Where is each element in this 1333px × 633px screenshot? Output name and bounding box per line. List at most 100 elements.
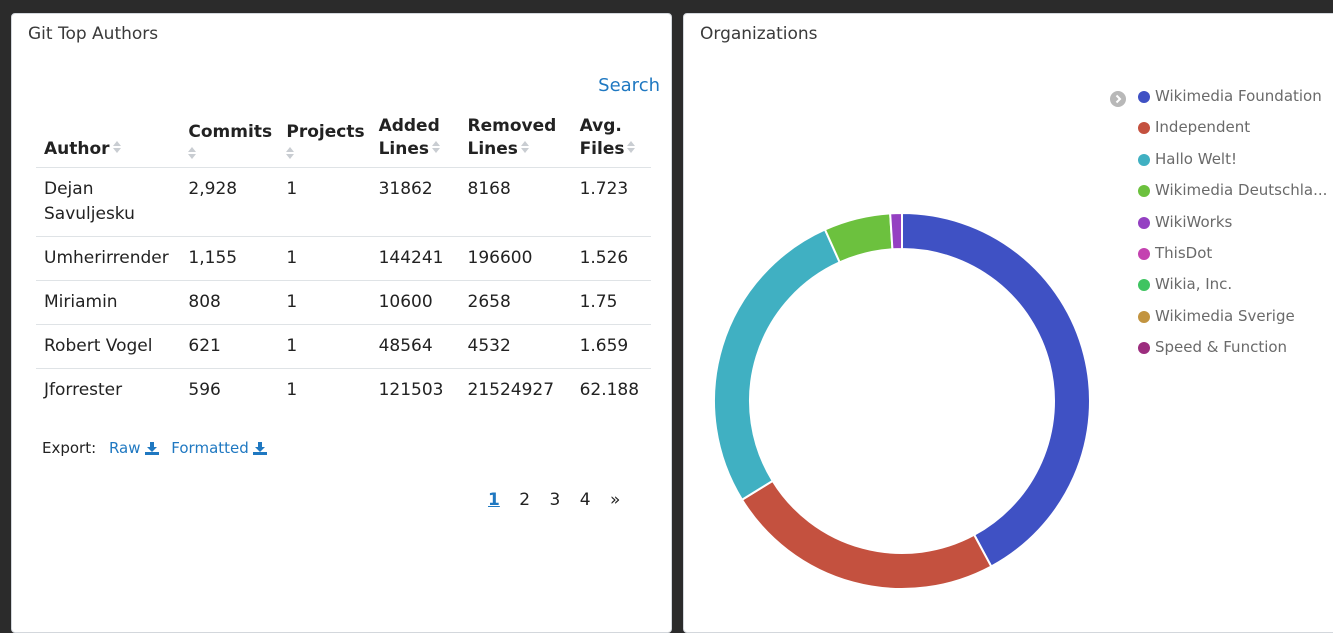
- table-row: Miriamin 808 1 10600 2658 1.75: [36, 280, 651, 325]
- legend-item[interactable]: Independent: [1138, 118, 1327, 149]
- legend-swatch: [1138, 279, 1150, 292]
- table-header-row: Author Commits Projects Added Lines Remov…: [36, 115, 651, 168]
- column-header-avg-files[interactable]: Avg. Files: [571, 115, 651, 168]
- organizations-donut-chart: [713, 211, 1091, 590]
- export-raw-link[interactable]: Raw: [109, 439, 159, 457]
- page-2-link[interactable]: 2: [519, 490, 530, 510]
- commits-cell: 808: [180, 280, 279, 325]
- author-cell: Robert Vogel: [36, 324, 181, 369]
- legend-prev-icon[interactable]: [1110, 91, 1126, 107]
- table-row: Dejan Savuljesku 2,928 1 31862 8168 1.72…: [36, 167, 651, 237]
- added-lines-cell: 121503: [378, 380, 444, 400]
- column-header-projects[interactable]: Projects: [278, 115, 371, 168]
- legend-item[interactable]: Wikimedia Deutschla...: [1138, 181, 1327, 212]
- table-row: Jforrester 596 1 121503 21524927 62.188: [36, 369, 651, 413]
- sort-icon[interactable]: [520, 141, 530, 155]
- export-label: Export:: [42, 439, 97, 457]
- legend-label: WikiWorks: [1155, 212, 1233, 231]
- donut-slice[interactable]: [740, 479, 993, 590]
- projects-cell: 1: [286, 380, 298, 400]
- author-cell: Dejan Savuljesku: [36, 167, 181, 237]
- page-3-link[interactable]: 3: [549, 490, 560, 510]
- legend-item[interactable]: ThisDot: [1138, 244, 1327, 275]
- author-cell: Umherirrender: [36, 236, 181, 281]
- sort-icon[interactable]: [188, 147, 197, 161]
- column-header-author[interactable]: Author: [36, 115, 181, 168]
- sort-icon[interactable]: [627, 141, 636, 155]
- column-header-commits[interactable]: Commits: [180, 115, 279, 168]
- sort-icon[interactable]: [286, 147, 295, 161]
- avg-files-cell: 1.75: [571, 280, 651, 325]
- added-lines-cell: 31862: [370, 167, 460, 237]
- removed-lines-cell: 2658: [459, 280, 572, 325]
- legend-label: Wikimedia Sverige: [1155, 306, 1295, 325]
- legend-swatch: [1138, 216, 1150, 229]
- legend-swatch: [1138, 91, 1150, 103]
- sort-icon[interactable]: [112, 141, 122, 155]
- legend-label: Hallo Welt!: [1155, 149, 1237, 168]
- donut-slice[interactable]: [713, 228, 842, 502]
- commits-cell: 596: [188, 380, 221, 400]
- legend-swatch: [1138, 185, 1150, 198]
- projects-cell: 1: [278, 236, 371, 281]
- removed-lines-cell: 196600: [459, 236, 572, 281]
- commits-cell: 1,155: [180, 236, 279, 281]
- author-cell: Jforrester: [44, 380, 123, 400]
- commits-cell: 621: [180, 324, 279, 369]
- chart-legend: Wikimedia Foundation Independent Hallo Wel…: [1138, 87, 1327, 370]
- legend-label: Wikia, Inc.: [1155, 275, 1233, 294]
- author-cell: Miriamin: [36, 280, 181, 325]
- projects-cell: 1: [278, 280, 371, 325]
- legend-item[interactable]: Hallo Welt!: [1138, 150, 1327, 181]
- panel-title: Git Top Authors: [28, 24, 159, 44]
- organizations-panel: Organizations Wikimedia Foundation Indepe…: [683, 13, 1333, 633]
- donut-slice[interactable]: [901, 211, 1091, 568]
- export-formatted-link[interactable]: Formatted: [171, 439, 267, 457]
- page-1-link[interactable]: 1: [488, 490, 500, 510]
- removed-lines-cell: 21524927: [467, 380, 555, 400]
- legend-swatch: [1138, 153, 1150, 166]
- added-lines-cell: 10600: [370, 280, 460, 325]
- table-row: Robert Vogel 621 1 48564 4532 1.659: [36, 324, 651, 369]
- table-row: Umherirrender 1,155 1 144241 196600 1.52…: [36, 236, 651, 281]
- download-icon: [144, 441, 159, 459]
- legend-label: Wikimedia Deutschla...: [1155, 181, 1328, 200]
- legend-label: ThisDot: [1155, 243, 1213, 262]
- legend-item[interactable]: Wikimedia Foundation: [1138, 87, 1327, 118]
- projects-cell: 1: [278, 167, 371, 237]
- git-top-authors-panel: Git Top Authors Search Author Commits Pr…: [11, 13, 672, 633]
- legend-swatch: [1138, 310, 1150, 323]
- projects-cell: 1: [278, 324, 371, 369]
- donut-slice[interactable]: [889, 211, 903, 251]
- legend-item[interactable]: Wikia, Inc.: [1138, 275, 1327, 306]
- legend-label: Speed & Function: [1155, 338, 1288, 357]
- removed-lines-cell: 4532: [459, 324, 572, 369]
- authors-table: Author Commits Projects Added Lines Remov…: [36, 115, 651, 412]
- legend-swatch: [1138, 122, 1150, 135]
- column-header-added-lines[interactable]: Added Lines: [370, 115, 460, 168]
- sort-icon[interactable]: [431, 141, 441, 155]
- commits-cell: 2,928: [180, 167, 279, 237]
- avg-files-cell: 1.723: [571, 167, 651, 237]
- removed-lines-cell: 8168: [459, 167, 572, 237]
- page-4-link[interactable]: 4: [580, 490, 591, 510]
- pagination: 1 2 3 4 »: [488, 490, 634, 510]
- export-row: Export: Raw Formatted: [42, 439, 267, 459]
- avg-files-cell: 1.659: [571, 324, 651, 369]
- legend-label: Wikimedia Foundation: [1155, 87, 1322, 105]
- legend-item[interactable]: Wikimedia Sverige: [1138, 307, 1327, 338]
- next-page-link[interactable]: »: [610, 490, 620, 510]
- added-lines-cell: 144241: [370, 236, 460, 281]
- legend-swatch: [1138, 247, 1150, 260]
- legend-label: Independent: [1155, 118, 1251, 137]
- download-icon: [252, 441, 267, 459]
- avg-files-cell: 1.526: [571, 236, 651, 281]
- legend-item[interactable]: WikiWorks: [1138, 213, 1327, 244]
- avg-files-cell: 62.188: [579, 380, 640, 400]
- column-header-removed-lines[interactable]: Removed Lines: [459, 115, 572, 168]
- legend-item[interactable]: Speed & Function: [1138, 338, 1327, 369]
- search-link[interactable]: Search: [598, 75, 660, 96]
- panel-title: Organizations: [700, 24, 818, 44]
- legend-swatch: [1138, 342, 1150, 355]
- added-lines-cell: 48564: [370, 324, 460, 369]
